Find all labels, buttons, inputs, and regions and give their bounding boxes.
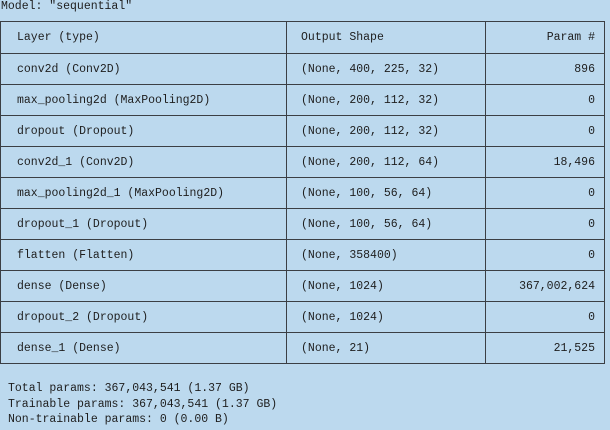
param-count-cell: 0: [485, 115, 605, 147]
param-count-cell: 896: [485, 53, 605, 85]
table-row: conv2d (Conv2D) (None, 400, 225, 32) 896: [0, 53, 605, 85]
header-layer-type: Layer (type): [0, 21, 288, 54]
output-shape-cell: (None, 200, 112, 32): [286, 84, 487, 116]
output-shape-cell: (None, 400, 225, 32): [286, 53, 487, 85]
params-summary: Total params: 367,043,541 (1.37 GB) Trai…: [8, 381, 277, 428]
table-row: conv2d_1 (Conv2D) (None, 200, 112, 64) 1…: [0, 146, 605, 178]
non-trainable-params: Non-trainable params: 0 (0.00 B): [8, 413, 229, 426]
output-shape-cell: (None, 100, 56, 64): [286, 208, 487, 240]
output-shape-cell: (None, 358400): [286, 239, 487, 271]
table-row: dense_1 (Dense) (None, 21) 21,525: [0, 332, 605, 364]
table-row: dropout_1 (Dropout) (None, 100, 56, 64) …: [0, 208, 605, 240]
table-row: flatten (Flatten) (None, 358400) 0: [0, 239, 605, 271]
table-row: dropout (Dropout) (None, 200, 112, 32) 0: [0, 115, 605, 147]
layer-cell: dense (Dense): [0, 270, 288, 302]
param-count-cell: 0: [485, 239, 605, 271]
param-count-cell: 18,496: [485, 146, 605, 178]
header-output-shape: Output Shape: [286, 21, 487, 54]
output-shape-cell: (None, 21): [286, 332, 487, 364]
layer-cell: dropout_2 (Dropout): [0, 301, 288, 333]
model-title: Model: "sequential": [1, 0, 133, 13]
table-header-row: Layer (type) Output Shape Param #: [0, 21, 605, 54]
output-shape-cell: (None, 200, 112, 64): [286, 146, 487, 178]
layer-cell: dropout (Dropout): [0, 115, 288, 147]
param-count-cell: 0: [485, 208, 605, 240]
header-param-count: Param #: [485, 21, 605, 54]
param-count-cell: 367,002,624: [485, 270, 605, 302]
total-params: Total params: 367,043,541 (1.37 GB): [8, 382, 250, 395]
output-shape-cell: (None, 1024): [286, 270, 487, 302]
layer-cell: conv2d_1 (Conv2D): [0, 146, 288, 178]
layer-cell: dense_1 (Dense): [0, 332, 288, 364]
model-summary-table: Layer (type) Output Shape Param # conv2d…: [0, 21, 605, 364]
output-shape-cell: (None, 100, 56, 64): [286, 177, 487, 209]
trainable-params: Trainable params: 367,043,541 (1.37 GB): [8, 397, 278, 411]
table-row: max_pooling2d_1 (MaxPooling2D) (None, 10…: [0, 177, 605, 209]
layer-cell: conv2d (Conv2D): [0, 53, 288, 85]
table-row: dropout_2 (Dropout) (None, 1024) 0: [0, 301, 605, 333]
layer-cell: max_pooling2d_1 (MaxPooling2D): [0, 177, 288, 209]
table-row: dense (Dense) (None, 1024) 367,002,624: [0, 270, 605, 302]
output-shape-cell: (None, 1024): [286, 301, 487, 333]
layer-cell: flatten (Flatten): [0, 239, 288, 271]
param-count-cell: 0: [485, 177, 605, 209]
layer-cell: max_pooling2d (MaxPooling2D): [0, 84, 288, 116]
param-count-cell: 0: [485, 84, 605, 116]
table-row: max_pooling2d (MaxPooling2D) (None, 200,…: [0, 84, 605, 116]
layer-cell: dropout_1 (Dropout): [0, 208, 288, 240]
param-count-cell: 21,525: [485, 332, 605, 364]
output-shape-cell: (None, 200, 112, 32): [286, 115, 487, 147]
param-count-cell: 0: [485, 301, 605, 333]
